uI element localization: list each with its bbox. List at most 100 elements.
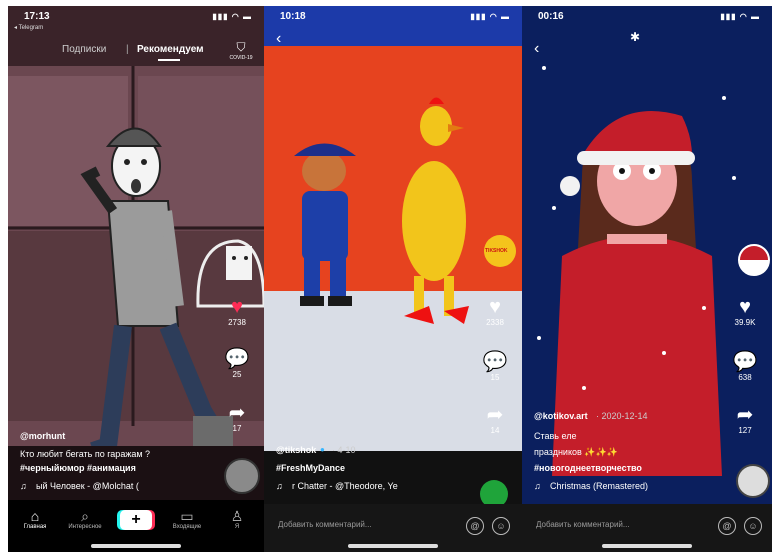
music-title[interactable]: r Chatter - @Theodore, Ye (292, 480, 398, 493)
comment-count: 15 (490, 373, 500, 382)
like-button[interactable]: ♥ 2738 (220, 296, 254, 327)
status-time: 10:18 (280, 11, 306, 22)
comment-icon: 💬 (482, 351, 508, 373)
comment-bar: Добавить комментарий... @ ☺ (264, 504, 522, 552)
nav-profile[interactable]: ♙ Я (214, 508, 260, 530)
heart-icon: ♥ (739, 296, 751, 318)
snowflake (542, 66, 546, 70)
bottom-nav: ⌂ Главная ⌕ Интересное + ▭ Входящие ♙ Я (8, 500, 264, 552)
share-arrow-icon: ➦ (228, 402, 246, 424)
status-time: 00:16 (538, 11, 564, 22)
video-date: · 4-10 (332, 445, 356, 455)
video-author[interactable]: @kotikov.art (534, 410, 588, 423)
snowflake (662, 351, 666, 355)
share-button[interactable]: ➦ 14 (478, 404, 512, 435)
snowflake (732, 176, 736, 180)
phone-screen-feed: 17:13 ▮▮▮ ◠ ▬ ◂ Telegram Подписки | Реко… (8, 6, 264, 552)
status-bar: 17:13 ▮▮▮ ◠ ▬ (8, 6, 264, 28)
share-count: 127 (738, 426, 752, 435)
comment-icon: 💬 (732, 351, 758, 373)
snowflake (722, 96, 726, 100)
snowflake-decoration-icon: ✱ (630, 30, 641, 44)
like-count: 39.9K (734, 318, 756, 327)
phone-screen-video: 10:18 ▮▮▮ ◠ ▬ ‹ TIKSHOK ♥ 2338 💬 15 ➦ 14… (264, 6, 522, 552)
home-indicator (602, 544, 692, 548)
create-video-button[interactable]: + (120, 510, 152, 530)
tikshok-sticker: TIKSHOK (485, 248, 508, 254)
emoji-icon[interactable]: ☺ (744, 517, 762, 535)
like-count: 2738 (228, 318, 246, 327)
back-chevron-icon[interactable]: ‹ (276, 30, 281, 48)
home-icon: ⌂ (30, 508, 40, 524)
like-count: 2338 (486, 318, 504, 327)
music-title[interactable]: ый Человек - @Molchat ( (36, 480, 139, 493)
share-count: 17 (232, 424, 242, 433)
phone-screen-video: ✱ 00:16 ▮▮▮ ◠ ▬ ‹ ♥ 39.9K 💬 638 ➦ 127 @k… (522, 6, 772, 552)
snowflake (702, 306, 706, 310)
comment-button[interactable]: 💬 638 (728, 351, 762, 382)
video-caption-line1: Ставь еле (534, 431, 577, 441)
share-count: 14 (490, 426, 500, 435)
video-author[interactable]: @morhunt (20, 430, 65, 443)
video-author[interactable]: @tikshok (276, 444, 316, 457)
author-avatar[interactable] (738, 244, 770, 276)
tab-recommended[interactable]: Рекомендуем (137, 44, 204, 55)
emoji-icon[interactable]: ☺ (492, 517, 510, 535)
covid-label: COVID-19 (229, 55, 253, 61)
shield-icon: ⛉ (236, 40, 246, 54)
back-chevron-icon[interactable]: ‹ (534, 40, 539, 58)
mention-icon[interactable]: @ (718, 517, 736, 535)
share-button[interactable]: ➦ 17 (220, 402, 254, 433)
share-button[interactable]: ➦ 127 (728, 404, 762, 435)
snowflake (582, 386, 586, 390)
nav-discover-label: Интересное (68, 524, 102, 530)
profile-icon: ♙ (230, 508, 244, 524)
covid-info-button[interactable]: ⛉ COVID-19 (226, 40, 256, 61)
video-date: · 2020-12-14 (596, 411, 648, 421)
music-disc[interactable] (736, 464, 770, 498)
avatar-hat (740, 246, 768, 260)
signal-wifi-battery-icon: ▮▮▮ ◠ ▬ (212, 12, 252, 21)
music-title[interactable]: Christmas (Remastered) (550, 480, 648, 493)
tab-divider: | (126, 44, 129, 55)
back-to-telegram-link[interactable]: ◂ Telegram (14, 24, 43, 31)
video-caption: Кто любит бегать по гаражам ? (20, 449, 151, 459)
verified-badge-icon: ● (320, 445, 325, 454)
comment-count: 25 (232, 370, 242, 379)
comment-count: 638 (738, 373, 752, 382)
comment-input[interactable]: Добавить комментарий... (278, 520, 372, 529)
mention-icon[interactable]: @ (466, 517, 484, 535)
music-note-icon: ♫ (276, 481, 283, 491)
tab-following[interactable]: Подписки (62, 44, 106, 55)
active-tab-indicator (158, 59, 180, 61)
nav-profile-label: Я (234, 524, 240, 530)
status-bar: 00:16 ▮▮▮ ◠ ▬ (522, 6, 772, 28)
comment-button[interactable]: 💬 25 (220, 348, 254, 379)
home-indicator (348, 544, 438, 548)
nav-inbox[interactable]: ▭ Входящие (164, 508, 210, 530)
nav-discover[interactable]: ⌕ Интересное (62, 508, 108, 530)
status-time: 17:13 (24, 11, 50, 22)
inbox-icon: ▭ (180, 508, 194, 524)
video-hashtags[interactable]: #черныйюмор #анимация (20, 462, 136, 475)
heart-icon: ♥ (231, 296, 243, 318)
nav-inbox-label: Входящие (172, 524, 202, 530)
comment-input[interactable]: Добавить комментарий... (536, 520, 630, 529)
video-hashtag[interactable]: #FreshMyDance (276, 462, 345, 475)
snowflake (537, 336, 541, 340)
status-bar: 10:18 ▮▮▮ ◠ ▬ (264, 6, 522, 28)
nav-home[interactable]: ⌂ Главная (12, 508, 58, 530)
comment-button[interactable]: 💬 15 (478, 351, 512, 382)
heart-icon: ♥ (489, 296, 501, 318)
video-hashtag[interactable]: #новогоднеетворчество (534, 462, 642, 475)
like-button[interactable]: ♥ 2338 (478, 296, 512, 327)
search-icon: ⌕ (81, 508, 89, 524)
comment-bar: Добавить комментарий... @ ☺ (522, 504, 772, 552)
like-button[interactable]: ♥ 39.9K (728, 296, 762, 327)
comment-icon: 💬 (224, 348, 250, 370)
snowflake (552, 206, 556, 210)
nav-home-label: Главная (23, 524, 47, 530)
music-note-icon: ♫ (20, 481, 27, 491)
home-indicator (91, 544, 181, 548)
music-disc[interactable] (224, 458, 260, 494)
